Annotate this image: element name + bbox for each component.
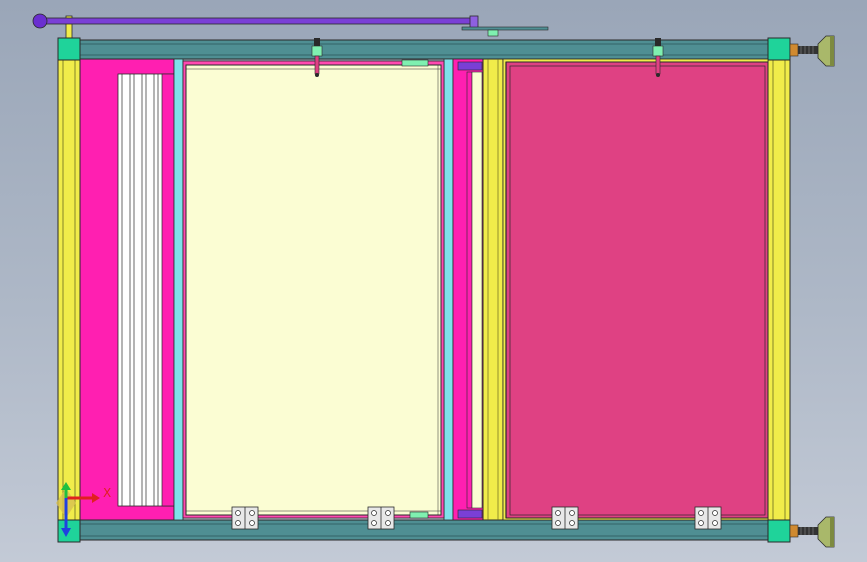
left-magenta-panel xyxy=(79,58,175,521)
hinge-icon xyxy=(694,506,722,530)
hinge-icon xyxy=(551,506,579,530)
cad-viewport[interactable]: X xyxy=(0,0,867,562)
x-axis-label: X xyxy=(103,486,111,500)
hinge-icon xyxy=(367,506,395,530)
right-post xyxy=(767,39,791,541)
hinge-icon xyxy=(231,506,259,530)
top-rail xyxy=(79,39,769,60)
middle-post xyxy=(482,58,504,521)
middle-magenta-strip xyxy=(452,58,484,521)
cream-sliding-panel[interactable] xyxy=(182,59,445,519)
assembly-drawing: X xyxy=(32,13,835,548)
left-post xyxy=(57,39,81,541)
crimson-sliding-panel[interactable] xyxy=(502,58,769,521)
bottom-rail xyxy=(79,519,769,541)
leveling-foot-icon xyxy=(789,35,835,67)
lever-handle-icon[interactable] xyxy=(32,13,549,39)
leveling-foot-icon xyxy=(789,516,835,548)
